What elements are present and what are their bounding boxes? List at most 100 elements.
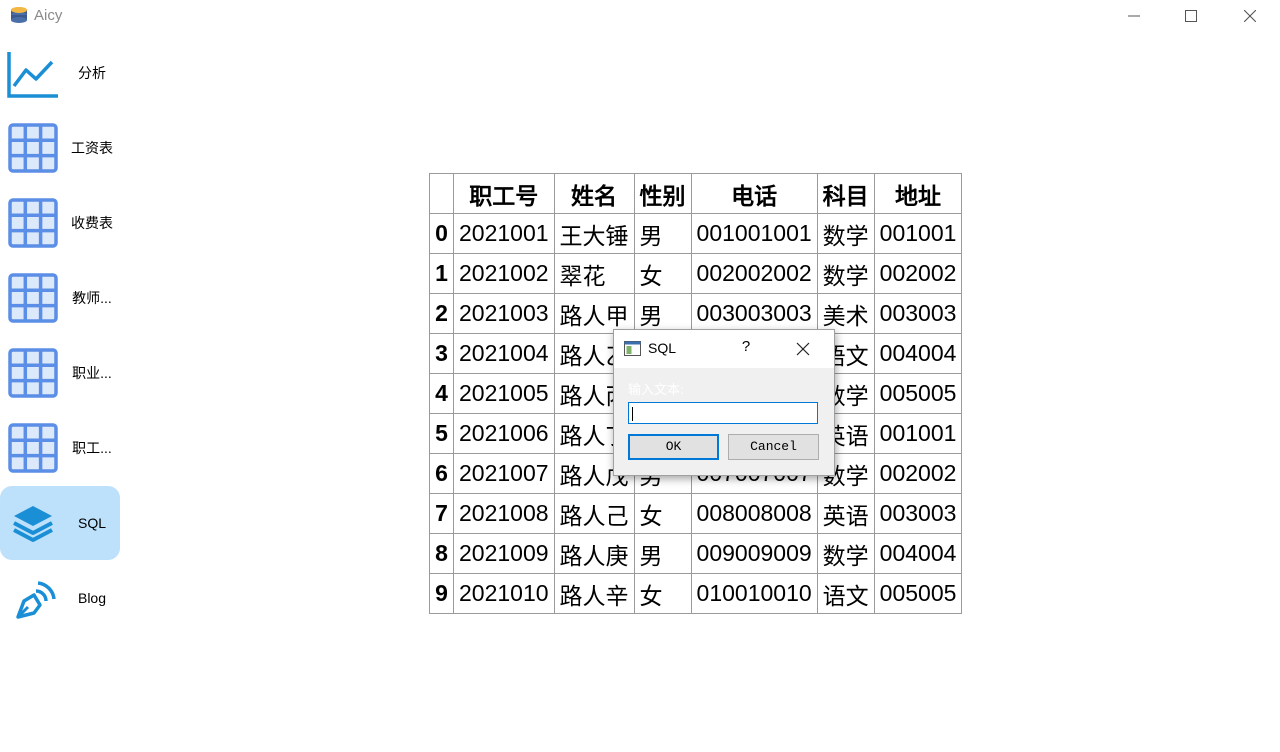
column-header[interactable]: 地址 [873,173,963,214]
table-cell[interactable]: 数学 [816,253,875,294]
table-cell[interactable]: 英语 [816,493,875,534]
table-cell[interactable]: 男 [633,213,692,254]
table-cell[interactable]: 男 [633,293,692,334]
table-cell[interactable]: 语文 [816,573,875,614]
row-index[interactable]: 0 [429,213,454,254]
table-cell[interactable]: 004004 [873,333,963,374]
close-button[interactable] [1227,0,1273,32]
text-caret [632,407,633,421]
table-cell[interactable]: 2021005 [453,373,555,414]
sql-dialog: SQL ? 输入文本: OK Cancel [613,329,835,476]
cancel-button[interactable]: Cancel [728,434,819,460]
minimize-icon [1128,15,1140,17]
table-cell[interactable]: 2021010 [453,573,555,614]
sql-text-input[interactable] [628,402,818,424]
table-row[interactable]: 7 2021008 路人己女 008008008 英语 003003 [429,493,963,534]
table-cell[interactable]: 路人己 [553,493,635,534]
table-row[interactable]: 0 2021001 王大锤男 001001001 数学 001001 [429,213,963,254]
table-grid-icon [8,198,58,248]
table-cell[interactable]: 002002 [873,253,963,294]
table-cell[interactable]: 男 [633,533,692,574]
row-index[interactable]: 1 [429,253,454,294]
row-index[interactable]: 9 [429,573,454,614]
sidebar-item-teacher[interactable]: 教师... [0,261,120,335]
row-index[interactable]: 3 [429,333,454,374]
table-cell[interactable]: 005005 [873,373,963,414]
row-index[interactable]: 2 [429,293,454,334]
column-header[interactable]: 电话 [690,173,818,214]
column-header[interactable]: 姓名 [553,173,635,214]
table-cell[interactable]: 美术 [816,293,875,334]
row-index[interactable]: 5 [429,413,454,454]
sidebar-item-blog[interactable]: Blog [0,561,120,635]
sidebar-item-career[interactable]: 职业... [0,336,120,410]
sidebar-item-salary[interactable]: 工资表 [0,111,120,185]
table-cell[interactable]: 数学 [816,213,875,254]
sidebar-item-label: 收费表 [71,215,113,231]
table-cell[interactable]: 2021008 [453,493,555,534]
table-cell[interactable]: 翠花 [553,253,635,294]
table-row[interactable]: 8 2021009 路人庚男 009009009 数学 004004 [429,533,963,574]
sidebar-item-analysis[interactable]: 分析 [0,36,120,110]
table-cell[interactable]: 003003003 [690,293,818,334]
table-cell[interactable]: 女 [633,493,692,534]
table-cell[interactable]: 王大锤 [553,213,635,254]
column-header[interactable]: 科目 [816,173,875,214]
table-cell[interactable]: 2021004 [453,333,555,374]
corner-header[interactable] [429,173,454,214]
table-cell[interactable]: 001001001 [690,213,818,254]
table-cell[interactable]: 2021002 [453,253,555,294]
table-cell[interactable]: 路人辛 [553,573,635,614]
table-cell[interactable]: 003003 [873,493,963,534]
maximize-button[interactable] [1168,0,1214,32]
dialog-close-icon[interactable] [794,340,812,358]
layers-icon [13,506,53,542]
sidebar-item-label: 工资表 [71,140,113,156]
pen-nib-icon [16,581,56,619]
table-cell[interactable]: 009009009 [690,533,818,574]
table-grid-icon [8,348,58,398]
window-app-icon [624,341,641,356]
help-button[interactable]: ? [738,338,754,355]
table-cell[interactable]: 010010010 [690,573,818,614]
close-icon [1244,10,1256,22]
window-title: Aicy [34,7,63,24]
sidebar-item-staff[interactable]: 职工... [0,411,120,485]
table-cell[interactable]: 2021003 [453,293,555,334]
table-row[interactable]: 2 2021003 路人甲男 003003003 美术 003003 [429,293,963,334]
table-cell[interactable]: 005005 [873,573,963,614]
dialog-title-bar[interactable]: SQL ? [614,330,834,368]
table-cell[interactable]: 008008008 [690,493,818,534]
table-row[interactable]: 1 2021002 翠花女 002002002 数学 002002 [429,253,963,294]
sidebar-item-fees[interactable]: 收费表 [0,186,120,260]
table-cell[interactable]: 女 [633,573,692,614]
sidebar-item-label: Blog [77,590,107,606]
table-grid-icon [8,123,58,173]
table-row[interactable]: 9 2021010 路人辛女 010010010 语文 005005 [429,573,963,614]
title-bar: Aicy [0,0,1280,32]
table-cell[interactable]: 路人庚 [553,533,635,574]
table-cell[interactable]: 2021001 [453,213,555,254]
row-index[interactable]: 8 [429,533,454,574]
table-cell[interactable]: 女 [633,253,692,294]
minimize-button[interactable] [1111,0,1157,32]
table-cell[interactable]: 2021009 [453,533,555,574]
table-cell[interactable]: 路人甲 [553,293,635,334]
column-header[interactable]: 性别 [633,173,692,214]
table-cell[interactable]: 2021006 [453,413,555,454]
table-cell[interactable]: 002002 [873,453,963,494]
table-cell[interactable]: 001001 [873,213,963,254]
table-cell[interactable]: 003003 [873,293,963,334]
table-cell[interactable]: 004004 [873,533,963,574]
row-index[interactable]: 6 [429,453,454,494]
table-cell[interactable]: 002002002 [690,253,818,294]
table-cell[interactable]: 数学 [816,533,875,574]
sidebar-item-sql[interactable]: SQL [0,486,120,560]
row-index[interactable]: 4 [429,373,454,414]
table-grid-icon [8,273,58,323]
column-header[interactable]: 职工号 [453,173,555,214]
ok-button[interactable]: OK [628,434,719,460]
table-cell[interactable]: 001001 [873,413,963,454]
table-cell[interactable]: 2021007 [453,453,555,494]
row-index[interactable]: 7 [429,493,454,534]
